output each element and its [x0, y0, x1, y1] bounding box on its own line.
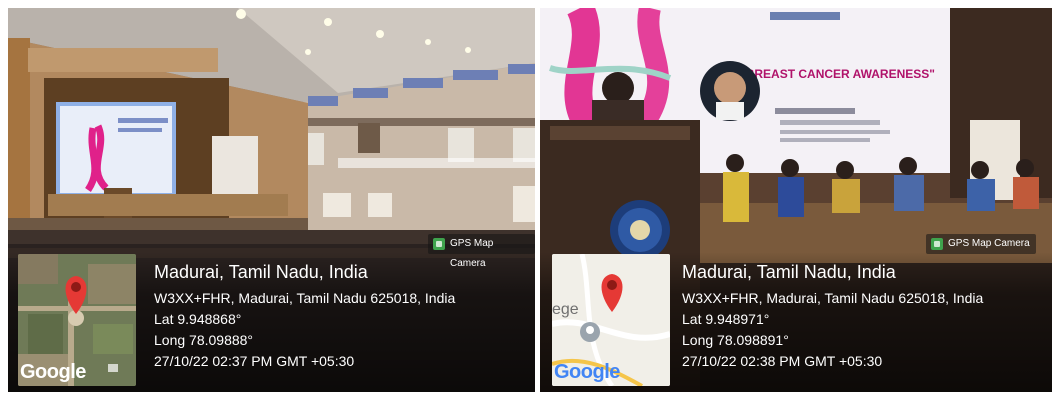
badge-label: GPS Map Camera: [948, 238, 1030, 249]
timestamp: 27/10/22 02:38 PM GMT +05:30: [682, 353, 883, 369]
google-logo: Google: [554, 361, 620, 384]
location-map: ege Google: [552, 254, 670, 386]
camera-icon: [433, 238, 445, 250]
map-place-fragment: ege: [552, 301, 579, 318]
location-caption: Madurai, Tamil Nadu, India W3XX+FHR, Mad…: [154, 260, 455, 372]
gps-camera-badge: GPS Map Camera: [428, 234, 535, 269]
longitude: Long 78.09888°: [154, 332, 254, 348]
google-logo: Google: [20, 361, 86, 383]
latitude: Lat 9.948971°: [682, 311, 770, 327]
longitude: Long 78.098891°: [682, 332, 789, 348]
gps-camera-badge: GPS Map Camera: [926, 234, 1036, 254]
place-name: Madurai, Tamil Nadu, India: [682, 262, 896, 282]
photo-auditorium: GPS Map Camera Google Madurai, Tamil Nad…: [8, 8, 535, 392]
photo-stage: "BREAST CANCER AWARENESS" GPS Map Camera…: [540, 8, 1052, 392]
address: W3XX+FHR, Madurai, Tamil Nadu 625018, In…: [154, 290, 456, 306]
latitude: Lat 9.948868°: [154, 311, 242, 327]
address: W3XX+FHR, Madurai, Tamil Nadu 625018, In…: [682, 290, 984, 306]
location-map: Google: [18, 254, 136, 386]
place-name: Madurai, Tamil Nadu, India: [154, 262, 368, 282]
screen-title: "BREAST CANCER AWARENESS": [740, 67, 935, 81]
camera-icon: [931, 238, 943, 250]
google-logo-text: Google: [554, 361, 620, 383]
timestamp: 27/10/22 02:37 PM GMT +05:30: [154, 353, 355, 369]
location-caption: Madurai, Tamil Nadu, India W3XX+FHR, Mad…: [682, 260, 983, 372]
